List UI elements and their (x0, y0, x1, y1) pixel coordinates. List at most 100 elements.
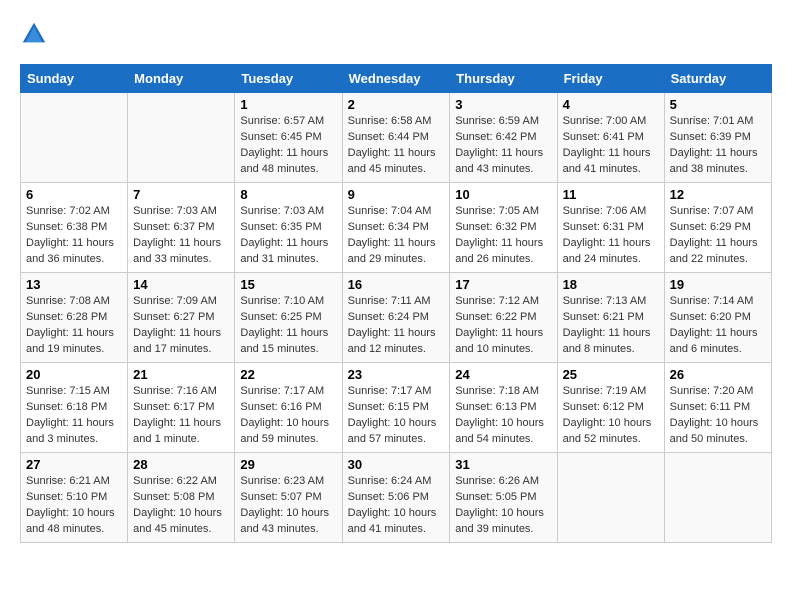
calendar-cell: 3Sunrise: 6:59 AMSunset: 6:42 PMDaylight… (450, 93, 557, 183)
calendar-cell (664, 453, 771, 543)
calendar-cell: 12 Sunrise: 7:07 AMSunset: 6:29 PMDayligh… (664, 183, 771, 273)
day-number: 21 (133, 367, 229, 382)
calendar-cell: 15 Sunrise: 7:10 AMSunset: 6:25 PMDayligh… (235, 273, 342, 363)
calendar-cell: 21 Sunrise: 7:16 AMSunset: 6:17 PMDayligh… (128, 363, 235, 453)
calendar-cell: 28 Sunrise: 6:22 AMSunset: 5:08 PMDayligh… (128, 453, 235, 543)
col-header-wednesday: Wednesday (342, 65, 450, 93)
calendar-cell: 10 Sunrise: 7:05 AMSunset: 6:32 PMDayligh… (450, 183, 557, 273)
day-info: Sunrise: 7:04 AMSunset: 6:34 PMDaylight:… (348, 205, 436, 265)
day-info: Sunrise: 6:58 AMSunset: 6:44 PMDaylight:… (348, 115, 436, 175)
day-info: Sunrise: 6:57 AMSunset: 6:45 PMDaylight:… (240, 115, 328, 175)
day-number: 3 (455, 97, 551, 112)
day-number: 12 (670, 187, 766, 202)
calendar-cell: 9 Sunrise: 7:04 AMSunset: 6:34 PMDaylight… (342, 183, 450, 273)
day-number: 7 (133, 187, 229, 202)
calendar-cell (21, 93, 128, 183)
day-info: Sunrise: 6:26 AMSunset: 5:05 PMDaylight:… (455, 475, 544, 535)
calendar-cell: 17 Sunrise: 7:12 AMSunset: 6:22 PMDayligh… (450, 273, 557, 363)
day-number: 19 (670, 277, 766, 292)
day-info: Sunrise: 7:15 AMSunset: 6:18 PMDaylight:… (26, 385, 114, 445)
day-number: 23 (348, 367, 445, 382)
day-number: 27 (26, 457, 122, 472)
calendar-cell: 31 Sunrise: 6:26 AMSunset: 5:05 PMDayligh… (450, 453, 557, 543)
day-number: 22 (240, 367, 336, 382)
calendar-week-row: 6 Sunrise: 7:02 AMSunset: 6:38 PMDaylight… (21, 183, 772, 273)
day-info: Sunrise: 7:16 AMSunset: 6:17 PMDaylight:… (133, 385, 221, 445)
calendar-cell: 13Sunrise: 7:08 AMSunset: 6:28 PMDayligh… (21, 273, 128, 363)
calendar-cell: 6 Sunrise: 7:02 AMSunset: 6:38 PMDaylight… (21, 183, 128, 273)
day-info: Sunrise: 7:01 AMSunset: 6:39 PMDaylight:… (670, 115, 758, 175)
day-info: Sunrise: 7:20 AMSunset: 6:11 PMDaylight:… (670, 385, 759, 445)
day-info: Sunrise: 7:19 AMSunset: 6:12 PMDaylight:… (563, 385, 652, 445)
day-number: 25 (563, 367, 659, 382)
day-info: Sunrise: 7:12 AMSunset: 6:22 PMDaylight:… (455, 295, 543, 355)
calendar-cell: 23Sunrise: 7:17 AMSunset: 6:15 PMDayligh… (342, 363, 450, 453)
day-info: Sunrise: 7:02 AMSunset: 6:38 PMDaylight:… (26, 205, 114, 265)
day-info: Sunrise: 7:00 AMSunset: 6:41 PMDaylight:… (563, 115, 651, 175)
day-info: Sunrise: 6:23 AMSunset: 5:07 PMDaylight:… (240, 475, 329, 535)
day-number: 4 (563, 97, 659, 112)
calendar-cell: 25 Sunrise: 7:19 AMSunset: 6:12 PMDayligh… (557, 363, 664, 453)
day-number: 31 (455, 457, 551, 472)
day-info: Sunrise: 7:03 AMSunset: 6:37 PMDaylight:… (133, 205, 221, 265)
day-number: 6 (26, 187, 122, 202)
calendar-week-row: 1 Sunrise: 6:57 AMSunset: 6:45 PMDaylight… (21, 93, 772, 183)
calendar-cell (557, 453, 664, 543)
day-info: Sunrise: 7:18 AMSunset: 6:13 PMDaylight:… (455, 385, 544, 445)
day-number: 13 (26, 277, 122, 292)
day-info: Sunrise: 7:10 AMSunset: 6:25 PMDaylight:… (240, 295, 328, 355)
calendar-week-row: 27 Sunrise: 6:21 AMSunset: 5:10 PMDayligh… (21, 453, 772, 543)
day-number: 17 (455, 277, 551, 292)
calendar-cell (128, 93, 235, 183)
calendar-cell: 19 Sunrise: 7:14 AMSunset: 6:20 PMDayligh… (664, 273, 771, 363)
calendar-cell: 29 Sunrise: 6:23 AMSunset: 5:07 PMDayligh… (235, 453, 342, 543)
calendar-cell: 18Sunrise: 7:13 AMSunset: 6:21 PMDayligh… (557, 273, 664, 363)
day-number: 9 (348, 187, 445, 202)
day-number: 20 (26, 367, 122, 382)
day-number: 29 (240, 457, 336, 472)
calendar-cell: 16Sunrise: 7:11 AMSunset: 6:24 PMDayligh… (342, 273, 450, 363)
day-info: Sunrise: 6:24 AMSunset: 5:06 PMDaylight:… (348, 475, 437, 535)
day-number: 10 (455, 187, 551, 202)
col-header-friday: Friday (557, 65, 664, 93)
calendar-header-row: SundayMondayTuesdayWednesdayThursdayFrid… (21, 65, 772, 93)
calendar-cell: 30Sunrise: 6:24 AMSunset: 5:06 PMDayligh… (342, 453, 450, 543)
day-number: 5 (670, 97, 766, 112)
day-info: Sunrise: 7:14 AMSunset: 6:20 PMDaylight:… (670, 295, 758, 355)
calendar-cell: 1 Sunrise: 6:57 AMSunset: 6:45 PMDaylight… (235, 93, 342, 183)
day-info: Sunrise: 7:09 AMSunset: 6:27 PMDaylight:… (133, 295, 221, 355)
day-number: 8 (240, 187, 336, 202)
day-number: 15 (240, 277, 336, 292)
col-header-sunday: Sunday (21, 65, 128, 93)
day-info: Sunrise: 7:06 AMSunset: 6:31 PMDaylight:… (563, 205, 651, 265)
calendar-week-row: 13Sunrise: 7:08 AMSunset: 6:28 PMDayligh… (21, 273, 772, 363)
day-info: Sunrise: 7:03 AMSunset: 6:35 PMDaylight:… (240, 205, 328, 265)
day-number: 24 (455, 367, 551, 382)
col-header-monday: Monday (128, 65, 235, 93)
logo-icon (20, 20, 48, 48)
calendar-cell: 27 Sunrise: 6:21 AMSunset: 5:10 PMDayligh… (21, 453, 128, 543)
day-info: Sunrise: 7:05 AMSunset: 6:32 PMDaylight:… (455, 205, 543, 265)
day-number: 2 (348, 97, 445, 112)
day-number: 1 (240, 97, 336, 112)
day-info: Sunrise: 7:11 AMSunset: 6:24 PMDaylight:… (348, 295, 436, 355)
day-number: 28 (133, 457, 229, 472)
calendar-table: SundayMondayTuesdayWednesdayThursdayFrid… (20, 64, 772, 543)
calendar-cell: 11 Sunrise: 7:06 AMSunset: 6:31 PMDayligh… (557, 183, 664, 273)
day-number: 11 (563, 187, 659, 202)
col-header-thursday: Thursday (450, 65, 557, 93)
calendar-cell: 7 Sunrise: 7:03 AMSunset: 6:37 PMDaylight… (128, 183, 235, 273)
page-header (20, 20, 772, 48)
calendar-cell: 14 Sunrise: 7:09 AMSunset: 6:27 PMDayligh… (128, 273, 235, 363)
day-info: Sunrise: 6:21 AMSunset: 5:10 PMDaylight:… (26, 475, 115, 535)
col-header-saturday: Saturday (664, 65, 771, 93)
calendar-cell: 24 Sunrise: 7:18 AMSunset: 6:13 PMDayligh… (450, 363, 557, 453)
day-number: 18 (563, 277, 659, 292)
day-info: Sunrise: 7:07 AMSunset: 6:29 PMDaylight:… (670, 205, 758, 265)
day-info: Sunrise: 6:22 AMSunset: 5:08 PMDaylight:… (133, 475, 222, 535)
day-number: 14 (133, 277, 229, 292)
calendar-cell: 8 Sunrise: 7:03 AMSunset: 6:35 PMDaylight… (235, 183, 342, 273)
calendar-cell: 22Sunrise: 7:17 AMSunset: 6:16 PMDayligh… (235, 363, 342, 453)
calendar-cell: 2 Sunrise: 6:58 AMSunset: 6:44 PMDaylight… (342, 93, 450, 183)
calendar-cell: 26Sunrise: 7:20 AMSunset: 6:11 PMDayligh… (664, 363, 771, 453)
